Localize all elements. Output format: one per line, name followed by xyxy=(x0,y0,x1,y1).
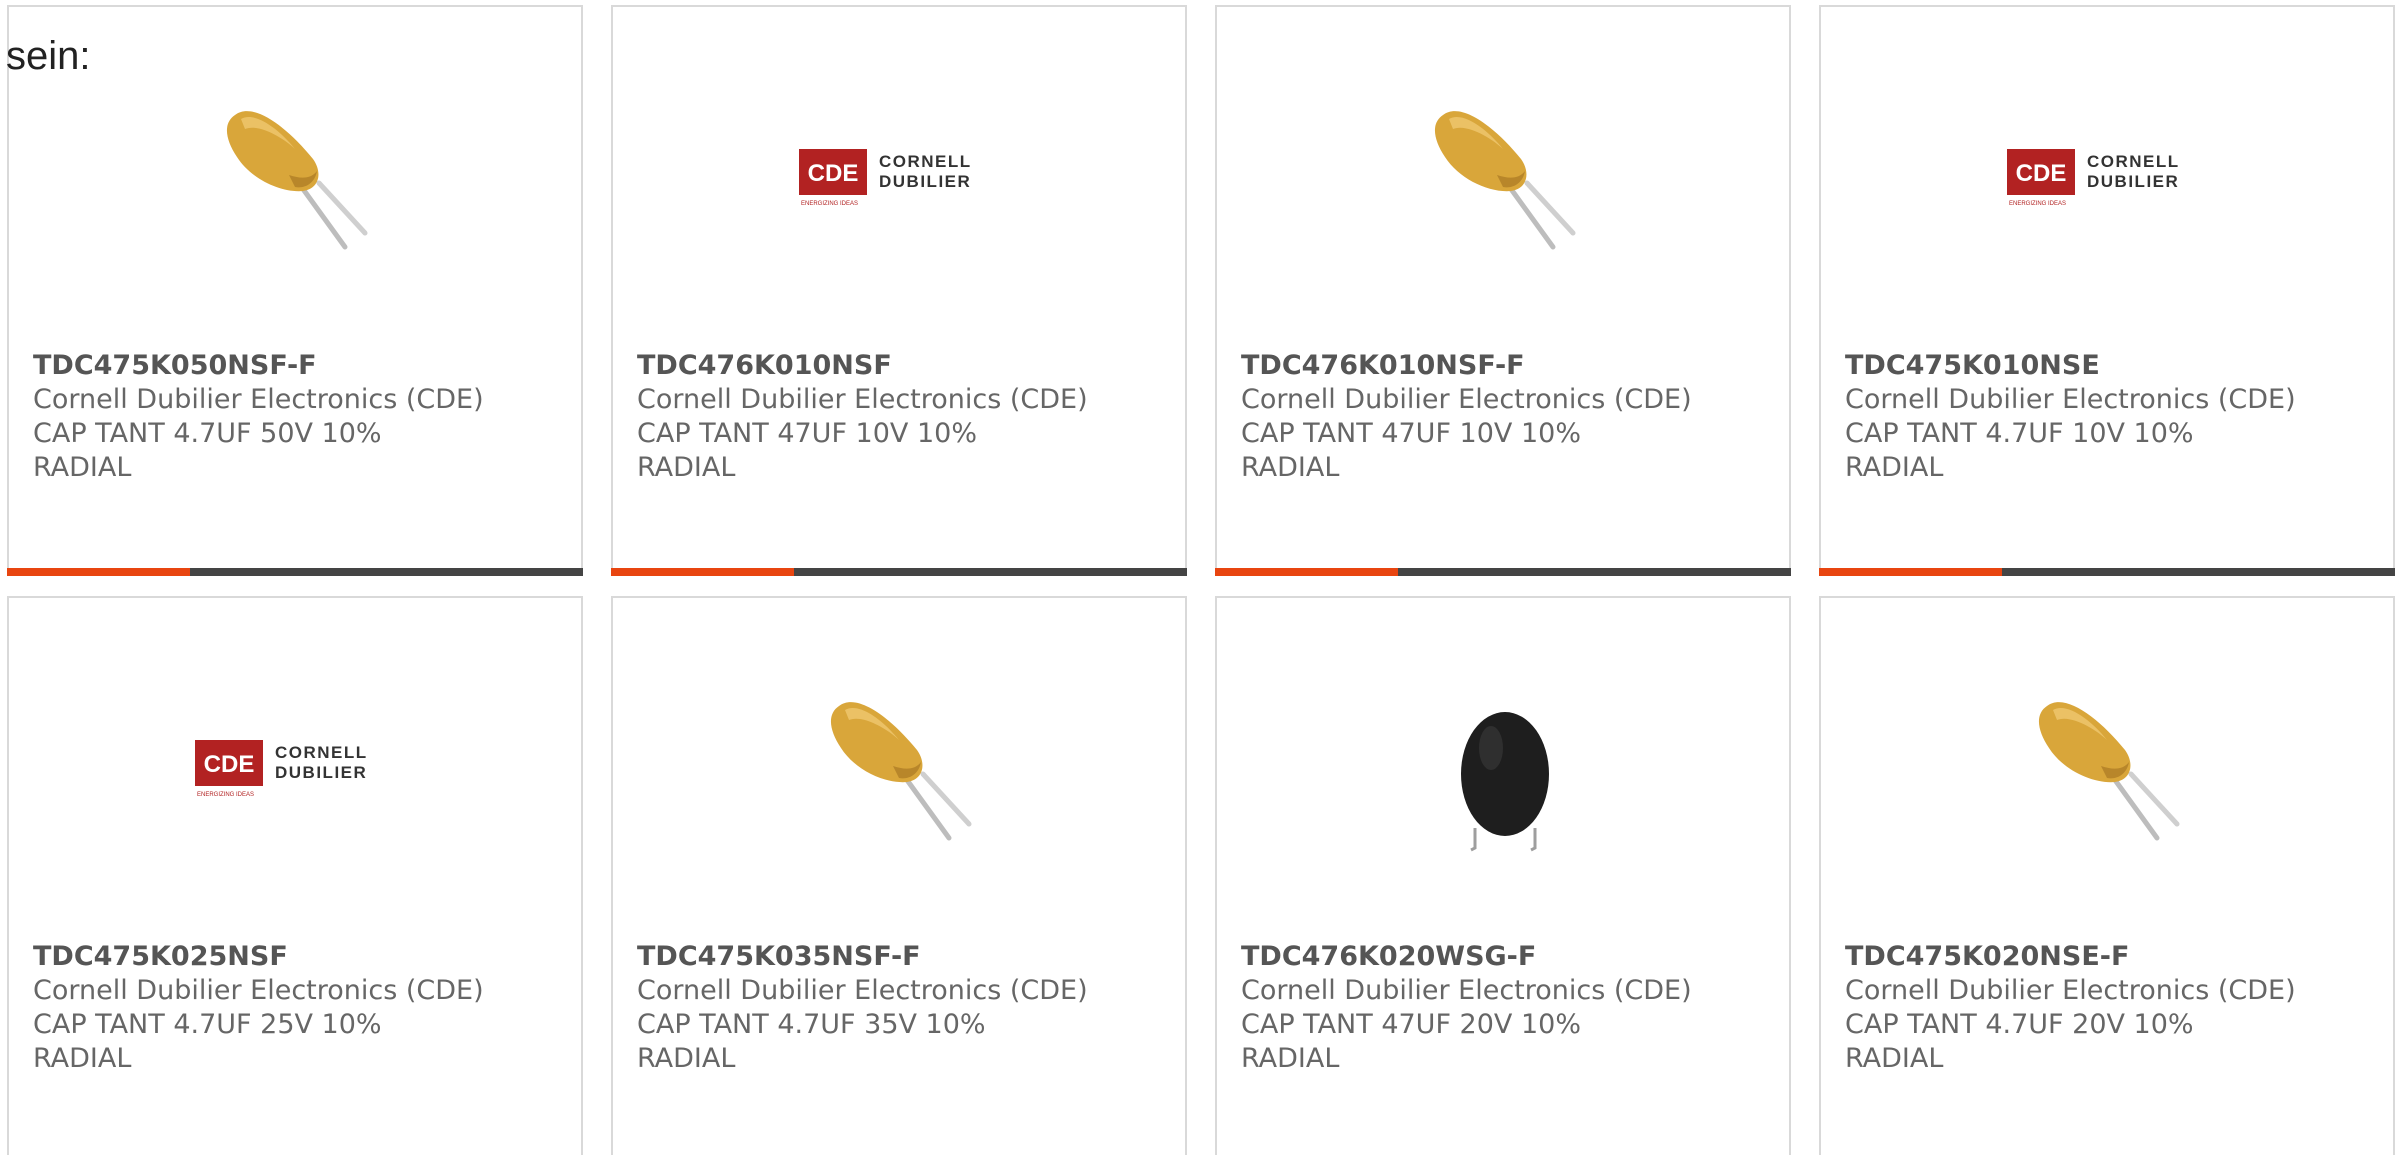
description: CAP TANT 4.7UF 50V 10% RADIAL xyxy=(33,418,382,483)
black-capacitor-icon xyxy=(1403,670,1607,874)
card-footer-accent xyxy=(611,568,794,576)
card-footer-bar xyxy=(611,568,1187,576)
part-number[interactable]: TDC475K010NSE xyxy=(1845,349,2377,383)
product-info: TDC475K050NSF-F Cornell Dubilier Electro… xyxy=(33,349,565,485)
manufacturer: Cornell Dubilier Electronics (CDE) xyxy=(1845,975,2296,1006)
manufacturer: Cornell Dubilier Electronics (CDE) xyxy=(33,975,484,1006)
manufacturer: Cornell Dubilier Electronics (CDE) xyxy=(637,384,1088,415)
cde-logo-mark: CDE xyxy=(2016,160,2067,187)
card-footer-bar xyxy=(1215,568,1791,576)
description: CAP TANT 47UF 10V 10% RADIAL xyxy=(1241,418,1581,483)
tantalum-capacitor-icon xyxy=(1403,79,1607,283)
product-info: TDC475K035NSF-F Cornell Dubilier Electro… xyxy=(637,940,1169,1076)
description: CAP TANT 47UF 20V 10% RADIAL xyxy=(1241,1009,1581,1074)
card-footer-accent xyxy=(1215,568,1398,576)
description: CAP TANT 4.7UF 10V 10% RADIAL xyxy=(1845,418,2194,483)
manufacturer: Cornell Dubilier Electronics (CDE) xyxy=(637,975,1088,1006)
cde-logo-tagline: ENERGIZING IDEAS xyxy=(2009,201,2066,207)
part-number[interactable]: TDC475K020NSE-F xyxy=(1845,940,2377,974)
product-card[interactable]: TDC475K035NSF-F Cornell Dubilier Electro… xyxy=(611,596,1187,1155)
card-footer-bar xyxy=(7,568,583,576)
part-number[interactable]: TDC476K010NSF-F xyxy=(1241,349,1773,383)
intro-text: sein: xyxy=(6,34,91,78)
product-info: TDC475K010NSE Cornell Dubilier Electroni… xyxy=(1845,349,2377,485)
description: CAP TANT 4.7UF 35V 10% RADIAL xyxy=(637,1009,986,1074)
description: CAP TANT 4.7UF 25V 10% RADIAL xyxy=(33,1009,382,1074)
part-number[interactable]: TDC476K010NSF xyxy=(637,349,1169,383)
manufacturer: Cornell Dubilier Electronics (CDE) xyxy=(1241,384,1692,415)
product-card[interactable]: TDC476K010NSF-F Cornell Dubilier Electro… xyxy=(1215,5,1791,576)
product-card[interactable]: CDE CORNELL DUBILIER ENERGIZING IDEAS TD… xyxy=(7,596,583,1155)
manufacturer: Cornell Dubilier Electronics (CDE) xyxy=(1845,384,2296,415)
product-card[interactable]: TDC475K020NSE-F Cornell Dubilier Electro… xyxy=(1819,596,2395,1155)
cde-logo-tagline: ENERGIZING IDEAS xyxy=(197,792,254,798)
product-info: TDC476K020WSG-F Cornell Dubilier Electro… xyxy=(1241,940,1773,1076)
product-info: TDC476K010NSF Cornell Dubilier Electroni… xyxy=(637,349,1169,485)
cde-logo-line1: CORNELL xyxy=(879,152,972,171)
cde-logo-line2: DUBILIER xyxy=(275,763,367,782)
tantalum-capacitor-icon xyxy=(2007,670,2211,874)
cde-logo-mark: CDE xyxy=(808,160,859,187)
product-info: TDC475K020NSE-F Cornell Dubilier Electro… xyxy=(1845,940,2377,1076)
description: CAP TANT 4.7UF 20V 10% RADIAL xyxy=(1845,1009,2194,1074)
description: CAP TANT 47UF 10V 10% RADIAL xyxy=(637,418,977,483)
product-info: TDC476K010NSF-F Cornell Dubilier Electro… xyxy=(1241,349,1773,485)
part-number[interactable]: TDC475K050NSF-F xyxy=(33,349,565,383)
manufacturer: Cornell Dubilier Electronics (CDE) xyxy=(1241,975,1692,1006)
card-footer-accent xyxy=(1819,568,2002,576)
cde-logo-line2: DUBILIER xyxy=(879,172,971,191)
product-card[interactable]: CDE CORNELL DUBILIER ENERGIZING IDEAS TD… xyxy=(611,5,1187,576)
part-number[interactable]: TDC476K020WSG-F xyxy=(1241,940,1773,974)
cde-logo-line2: DUBILIER xyxy=(2087,172,2179,191)
manufacturer: Cornell Dubilier Electronics (CDE) xyxy=(33,384,484,415)
product-card[interactable]: CDE CORNELL DUBILIER ENERGIZING IDEAS TD… xyxy=(1819,5,2395,576)
cde-logo-mark: CDE xyxy=(204,751,255,778)
product-card[interactable]: TDC476K020WSG-F Cornell Dubilier Electro… xyxy=(1215,596,1791,1155)
tantalum-capacitor-icon xyxy=(195,79,399,283)
cde-logo-icon: CDE CORNELL DUBILIER ENERGIZING IDEAS xyxy=(195,740,368,798)
product-grid-page: sein: TDC475K050NSF-F Cornell Dubilier E… xyxy=(0,0,2400,1155)
product-card[interactable]: TDC475K050NSF-F Cornell Dubilier Electro… xyxy=(7,5,583,576)
cde-logo-icon: CDE CORNELL DUBILIER ENERGIZING IDEAS xyxy=(2007,149,2180,207)
tantalum-capacitor-icon xyxy=(799,670,1003,874)
cde-logo-line1: CORNELL xyxy=(275,743,368,762)
card-footer-accent xyxy=(7,568,190,576)
product-grid: TDC475K050NSF-F Cornell Dubilier Electro… xyxy=(7,5,2400,1155)
cde-logo-line1: CORNELL xyxy=(2087,152,2180,171)
part-number[interactable]: TDC475K025NSF xyxy=(33,940,565,974)
cde-logo-tagline: ENERGIZING IDEAS xyxy=(801,201,858,207)
product-info: TDC475K025NSF Cornell Dubilier Electroni… xyxy=(33,940,565,1076)
part-number[interactable]: TDC475K035NSF-F xyxy=(637,940,1169,974)
cde-logo-icon: CDE CORNELL DUBILIER ENERGIZING IDEAS xyxy=(799,149,972,207)
card-footer-bar xyxy=(1819,568,2395,576)
